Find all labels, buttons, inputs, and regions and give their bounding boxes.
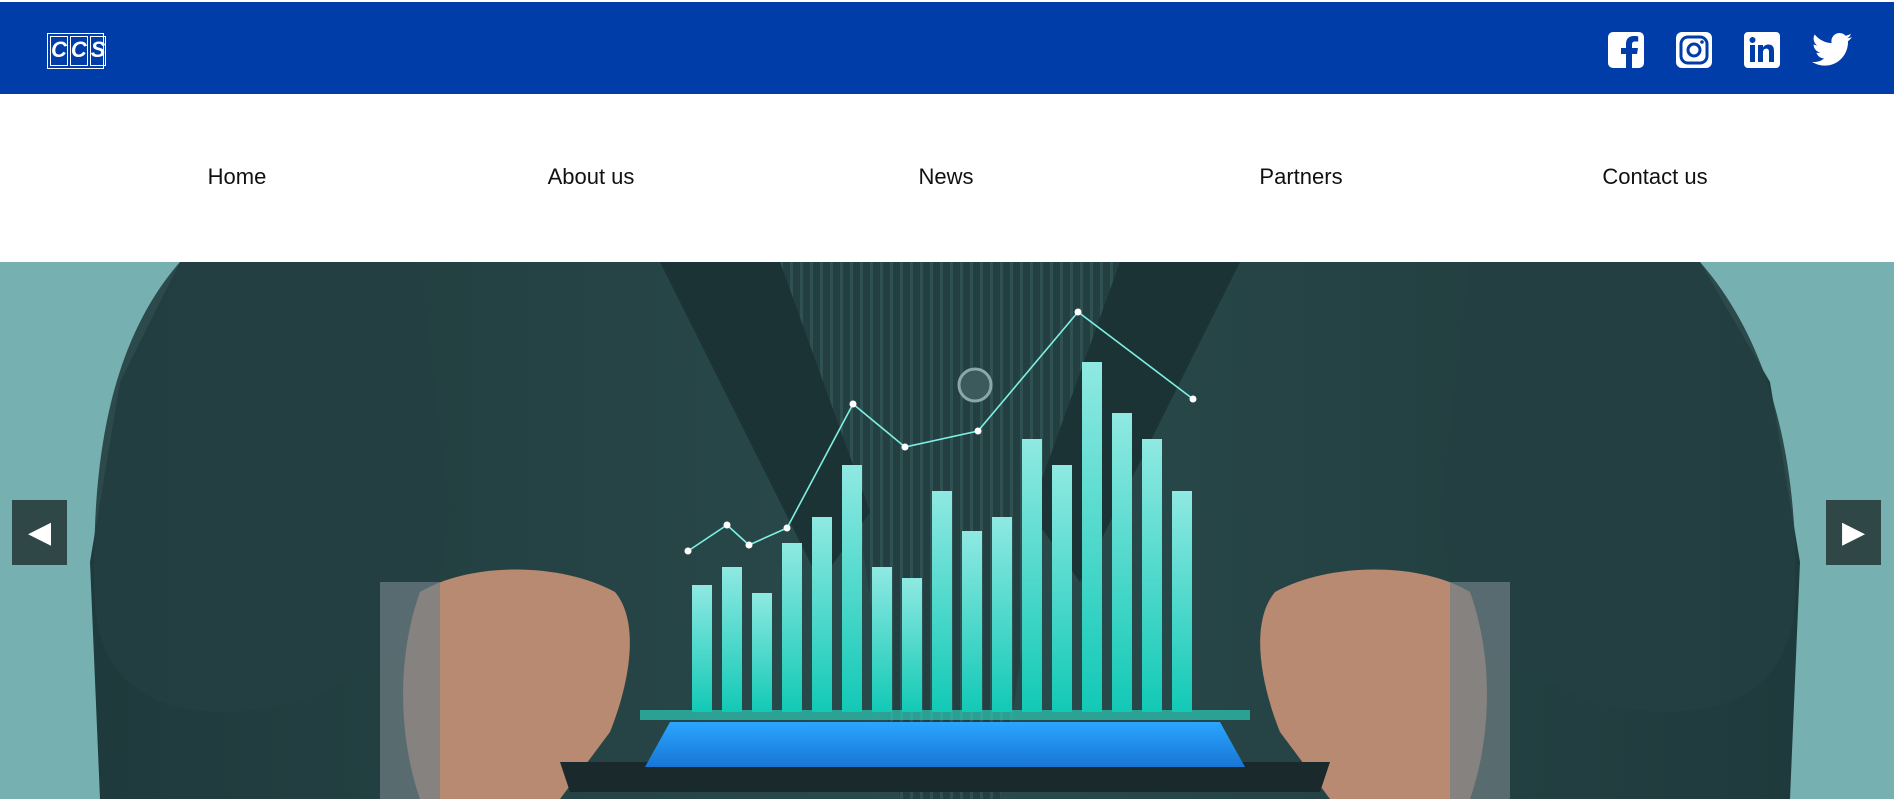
chart-bar bbox=[992, 517, 1012, 712]
chart-bar bbox=[1142, 439, 1162, 712]
chart-bar bbox=[782, 543, 802, 712]
slider-next-button[interactable]: ▶ bbox=[1826, 500, 1881, 565]
arrow-left-icon: ◀ bbox=[27, 514, 52, 550]
facebook-icon[interactable] bbox=[1607, 31, 1645, 69]
chart-bar bbox=[1082, 362, 1102, 712]
tablet-screen-glow bbox=[645, 722, 1245, 767]
nav-item-home[interactable]: Home bbox=[208, 164, 267, 190]
logo-letter: C bbox=[69, 36, 88, 66]
chart-bar bbox=[842, 465, 862, 712]
nav-item-partners[interactable]: Partners bbox=[1259, 164, 1342, 190]
linkedin-icon[interactable] bbox=[1743, 31, 1781, 69]
twitter-icon[interactable] bbox=[1811, 31, 1853, 69]
slider-prev-button[interactable]: ◀ bbox=[12, 500, 67, 565]
chart-bar bbox=[1112, 413, 1132, 712]
chart-bar bbox=[1022, 439, 1042, 712]
hero-slider bbox=[0, 262, 1894, 799]
chart-bar bbox=[722, 567, 742, 712]
jacket-button bbox=[957, 367, 993, 403]
top-header-bar: C C S bbox=[0, 2, 1894, 94]
chart-bar bbox=[902, 578, 922, 712]
nav-item-news[interactable]: News bbox=[918, 164, 973, 190]
chart-bar bbox=[932, 491, 952, 712]
chart-bar bbox=[872, 567, 892, 712]
nav-item-about-us[interactable]: About us bbox=[548, 164, 635, 190]
page: C C S Home About us News Partners Contac… bbox=[0, 0, 1894, 799]
arrow-right-icon: ▶ bbox=[1841, 514, 1866, 550]
chart-bar bbox=[812, 517, 832, 712]
hero-image bbox=[90, 262, 1800, 799]
main-navigation: Home About us News Partners Contact us bbox=[0, 94, 1894, 262]
chart-bar bbox=[1052, 465, 1072, 712]
logo-letter: C bbox=[50, 36, 68, 66]
logo-letter: S bbox=[89, 36, 107, 66]
instagram-icon[interactable] bbox=[1675, 31, 1713, 69]
chart-bar bbox=[962, 531, 982, 712]
right-cuff bbox=[1450, 582, 1510, 799]
chart-bar bbox=[1172, 491, 1192, 712]
left-cuff bbox=[380, 582, 440, 799]
nav-item-contact-us[interactable]: Contact us bbox=[1602, 164, 1707, 190]
ccs-logo[interactable]: C C S bbox=[47, 33, 107, 69]
chart-bar bbox=[752, 593, 772, 712]
chart-bar bbox=[692, 585, 712, 712]
